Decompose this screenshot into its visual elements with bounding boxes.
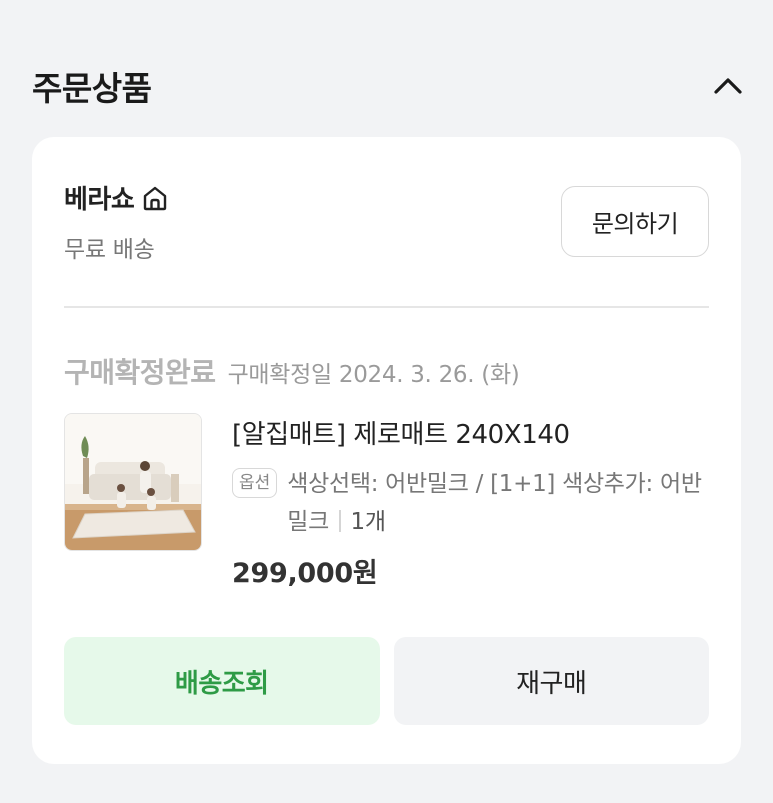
confirm-date: 구매확정일 2024. 3. 26. (화): [227, 362, 520, 388]
option-text: 색상선택: 어반밀크 / [1+1] 색상추가: 어반밀크 1개: [287, 465, 709, 541]
divider: [64, 306, 709, 308]
collapse-button[interactable]: [711, 69, 745, 103]
order-card: 베라쇼 무료 배송 문의하기 구매확정완료 구매확정일 2024. 3. 26.…: [32, 137, 741, 764]
chevron-up-icon: [714, 78, 742, 94]
product-info: [알집매트] 제로매트 240X140 옵션 색상선택: 어반밀크 / [1+1…: [232, 417, 709, 590]
home-icon: [140, 183, 170, 213]
order-status: 구매확정완료: [64, 356, 216, 389]
track-delivery-button[interactable]: 배송조회: [64, 637, 380, 725]
option-row: 옵션 색상선택: 어반밀크 / [1+1] 색상추가: 어반밀크 1개: [232, 465, 709, 541]
section-title: 주문상품: [32, 69, 152, 108]
option-value: 색상선택: 어반밀크 / [1+1] 색상추가: 어반밀크: [287, 471, 702, 535]
option-badge: 옵션: [232, 468, 278, 498]
quantity: 1개: [350, 509, 387, 535]
product-name[interactable]: [알집매트] 제로매트 240X140: [232, 417, 709, 453]
inquiry-button[interactable]: 문의하기: [561, 186, 709, 257]
order-status-row: 구매확정완료 구매확정일 2024. 3. 26. (화): [64, 351, 520, 391]
option-separator: [339, 510, 341, 532]
seller-row: 베라쇼 무료 배송 문의하기: [64, 179, 709, 269]
action-buttons: 배송조회 재구매: [64, 637, 709, 725]
rebuy-button[interactable]: 재구매: [393, 637, 709, 725]
seller-name: 베라쇼: [64, 185, 135, 215]
product-price: 299,000원: [232, 558, 378, 589]
product-image[interactable]: [64, 413, 202, 551]
order-items-header: 주문상품: [32, 62, 742, 110]
